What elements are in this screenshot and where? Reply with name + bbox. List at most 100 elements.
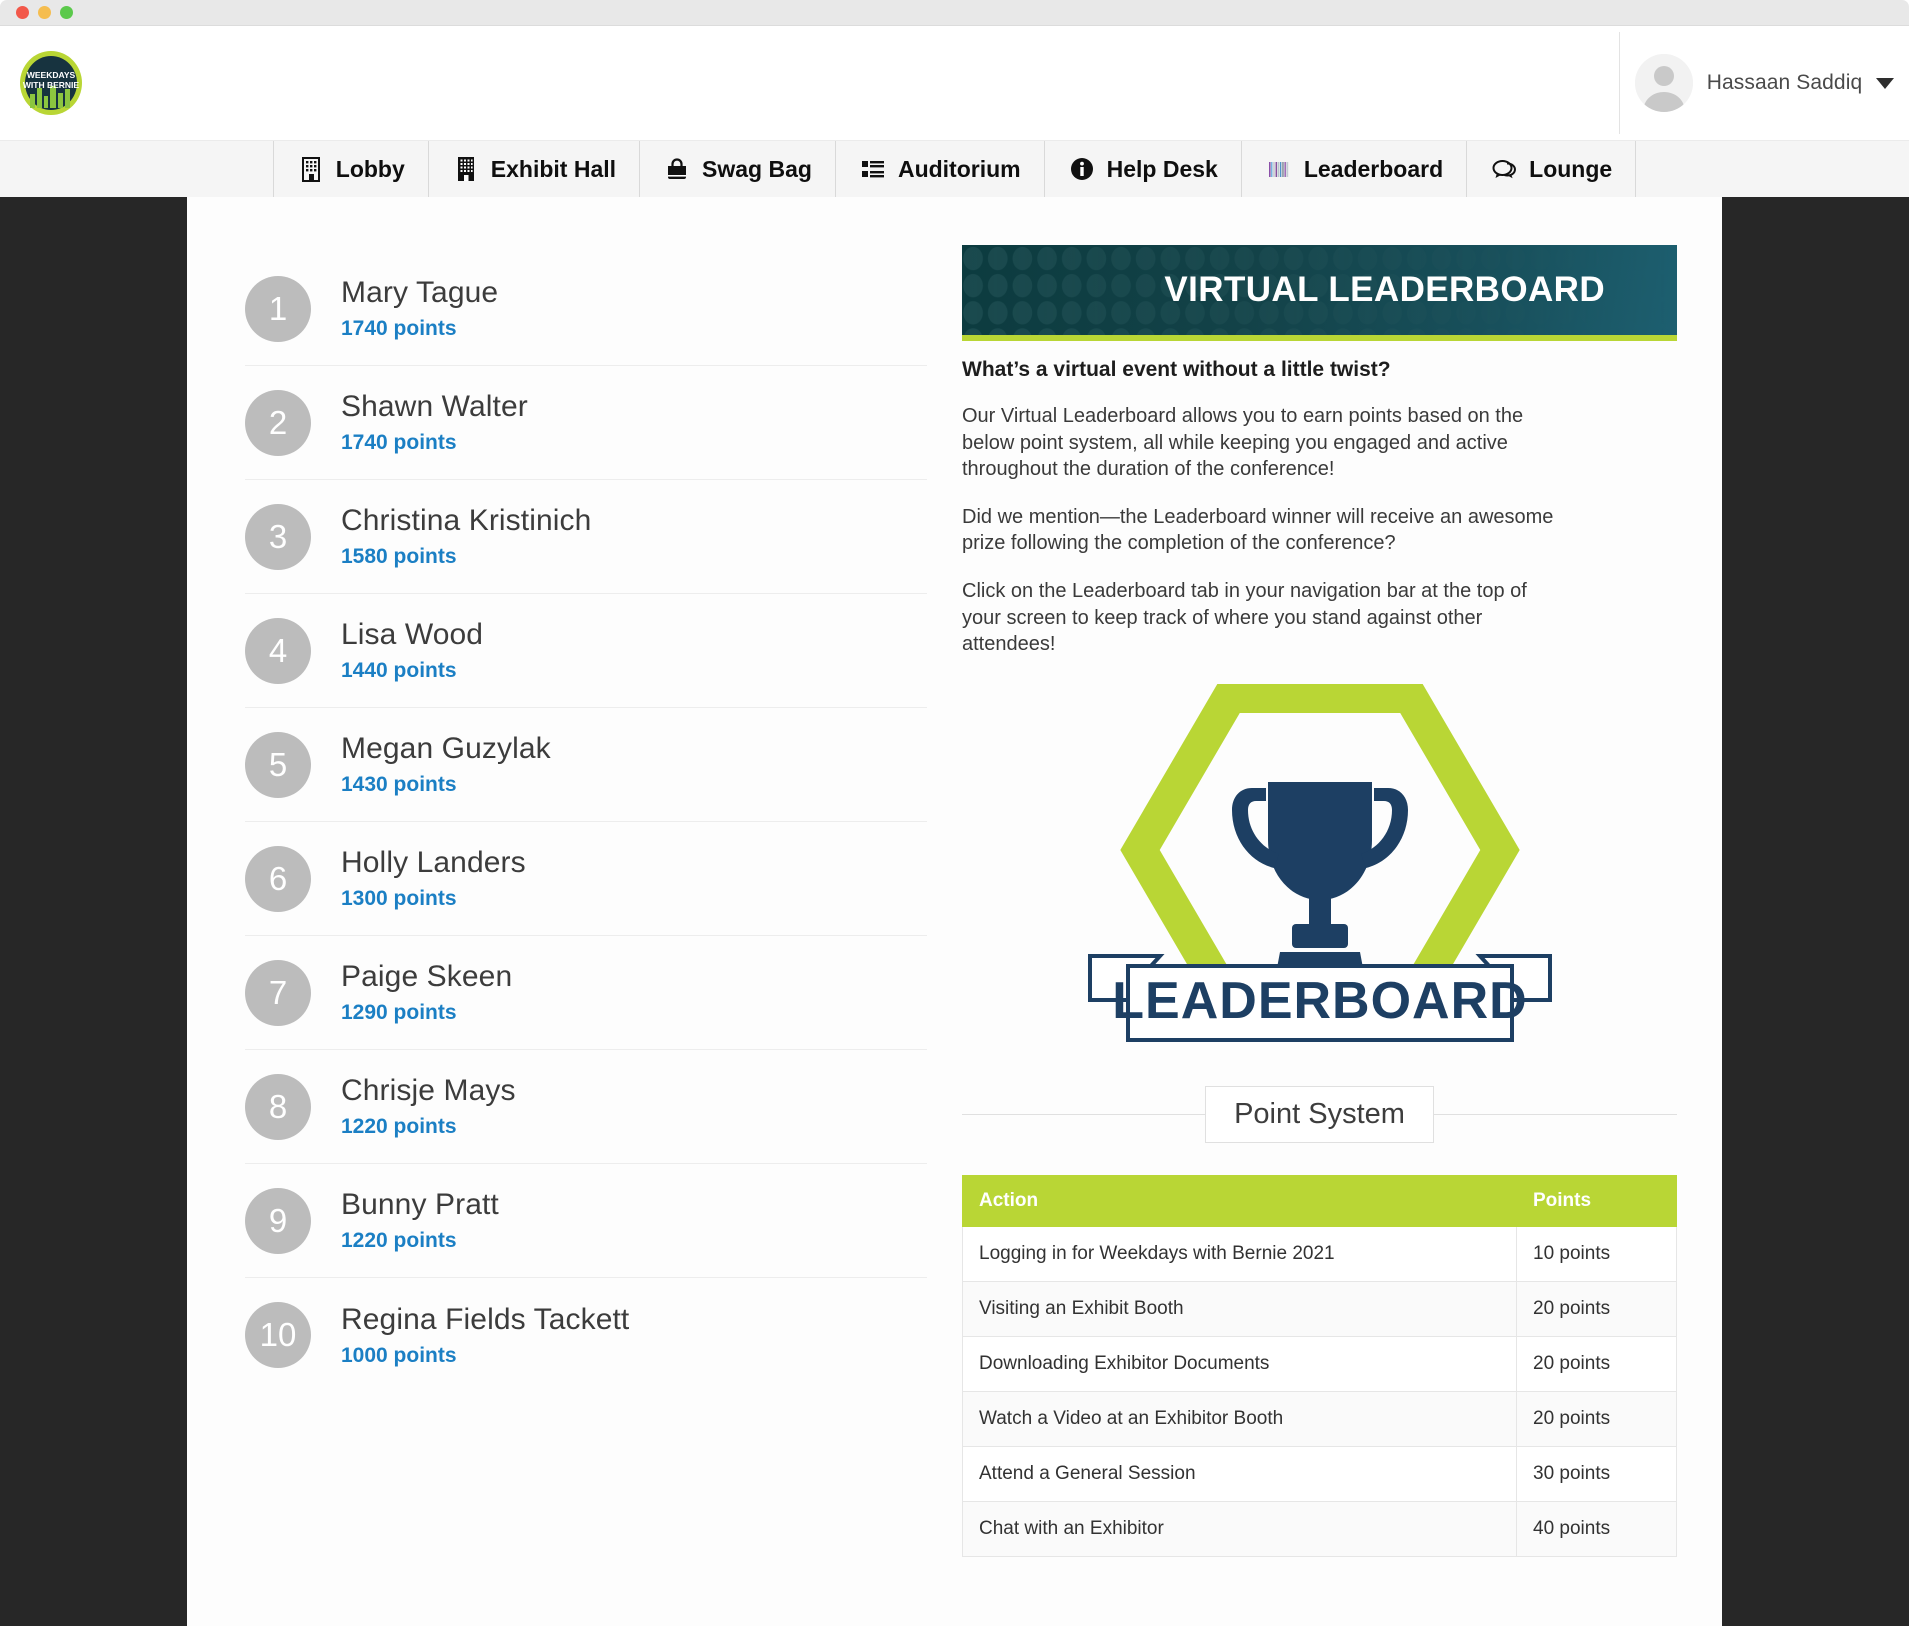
attendee-name: Mary Tague — [341, 276, 499, 309]
cell-points: 20 points — [1516, 1280, 1677, 1337]
rank-badge: 6 — [245, 845, 311, 912]
rank-badge: 2 — [245, 389, 311, 456]
leaderboard-list: 1 Mary Tague 1740 points 2 Shawn Walter … — [187, 197, 927, 1626]
table-row: Visiting an Exhibit Booth 20 points — [962, 1280, 1677, 1337]
rank-badge: 8 — [245, 1073, 311, 1140]
brand-logo[interactable]: WEEKDAYS WITH BERNIE — [18, 50, 84, 116]
cell-points: 20 points — [1516, 1335, 1677, 1392]
nav-label: Lobby — [335, 155, 405, 182]
minimize-window-button[interactable] — [38, 6, 51, 19]
nav-item-lounge[interactable]: Lounge — [1466, 141, 1637, 197]
point-system-section-header: Point System — [962, 1085, 1677, 1143]
user-name: Hassaan Saddiq — [1706, 71, 1863, 94]
chat-bubbles-icon — [1490, 155, 1518, 183]
nav-item-auditorium[interactable]: Auditorium — [834, 141, 1044, 197]
leaderboard-row[interactable]: 2 Shawn Walter 1740 points — [245, 366, 927, 480]
cell-action: Watch a Video at an Exhibitor Booth — [962, 1390, 1517, 1447]
column-header-points: Points — [1516, 1174, 1677, 1227]
nav-label: Help Desk — [1106, 155, 1218, 182]
content-sheet: 1 Mary Tague 1740 points 2 Shawn Walter … — [187, 197, 1722, 1626]
attendee-points: 1430 points — [341, 773, 457, 796]
svg-text:WEEKDAYS: WEEKDAYS — [27, 70, 76, 80]
nav-label: Lounge — [1529, 155, 1613, 182]
cell-action: Chat with an Exhibitor — [962, 1500, 1517, 1557]
rank-badge: 5 — [245, 731, 311, 798]
leaderboard-trophy-badge: LEADERBOARD — [962, 683, 1677, 1056]
attendee-name: Christina Kristinich — [341, 504, 592, 537]
leaderboard-row[interactable]: 4 Lisa Wood 1440 points — [245, 594, 927, 708]
attendee-points: 1580 points — [341, 545, 457, 568]
leaderboard-row[interactable]: 7 Paige Skeen 1290 points — [245, 936, 927, 1050]
nav-label: Leaderboard — [1303, 155, 1444, 182]
rank-badge: 1 — [245, 275, 311, 342]
banner-title: VIRTUAL LEADERBOARD — [1164, 270, 1605, 309]
cell-points: 40 points — [1516, 1500, 1677, 1557]
chevron-down-icon[interactable] — [1876, 77, 1895, 89]
section-title: Point System — [1205, 1085, 1434, 1143]
attendee-name: Lisa Wood — [341, 618, 484, 651]
table-row: Chat with an Exhibitor 40 points — [962, 1500, 1677, 1557]
zoom-window-button[interactable] — [60, 6, 73, 19]
attendee-name: Megan Guzylak — [341, 732, 551, 765]
leaderboard-row[interactable]: 3 Christina Kristinich 1580 points — [245, 480, 927, 594]
cell-action: Attend a General Session — [962, 1445, 1517, 1502]
close-window-button[interactable] — [16, 6, 29, 19]
info-paragraph-3: Click on the Leaderboard tab in your nav… — [962, 579, 1527, 656]
point-system-table: Action Points Logging in for Weekdays wi… — [962, 1174, 1677, 1557]
leaderboard-row[interactable]: 9 Bunny Pratt 1220 points — [245, 1164, 927, 1278]
attendee-name: Holly Landers — [341, 846, 526, 879]
nav-item-help-desk[interactable]: Help Desk — [1043, 141, 1241, 197]
attendee-name: Bunny Pratt — [341, 1188, 499, 1221]
cell-action: Visiting an Exhibit Booth — [962, 1280, 1517, 1337]
attendee-name: Shawn Walter — [341, 390, 528, 423]
attendee-points: 1220 points — [341, 1115, 457, 1138]
svg-text:WITH BERNIE: WITH BERNIE — [23, 80, 80, 90]
virtual-leaderboard-banner: VIRTUAL LEADERBOARD — [962, 245, 1677, 341]
table-row: Downloading Exhibitor Documents 20 point… — [962, 1335, 1677, 1392]
attendee-points: 1300 points — [341, 887, 457, 910]
table-header-row: Action Points — [962, 1174, 1677, 1227]
rank-badge: 3 — [245, 503, 311, 570]
attendee-points: 1740 points — [341, 317, 457, 340]
divider-left — [962, 1113, 1206, 1115]
svg-text:LEADERBOARD: LEADERBOARD — [1112, 972, 1527, 1030]
building-icon — [297, 155, 325, 183]
window-title-bar — [0, 0, 1909, 26]
column-header-action: Action — [962, 1174, 1517, 1227]
leaderboard-row[interactable]: 8 Chrisje Mays 1220 points — [245, 1050, 927, 1164]
site-header: WEEKDAYS WITH BERNIE Hassaan Saddiq — [0, 26, 1909, 140]
rank-badge: 9 — [245, 1187, 311, 1254]
table-row: Watch a Video at an Exhibitor Booth 20 p… — [962, 1390, 1677, 1447]
table-row: Logging in for Weekdays with Bernie 2021… — [962, 1225, 1677, 1282]
nav-label: Swag Bag — [702, 155, 812, 182]
info-paragraph-2: Did we mention—the Leaderboard winner wi… — [962, 505, 1554, 555]
page-backdrop: 1 Mary Tague 1740 points 2 Shawn Walter … — [0, 197, 1909, 1626]
rank-badge: 7 — [245, 959, 311, 1026]
shopping-bag-icon — [663, 155, 691, 183]
nav-item-exhibit-hall[interactable]: Exhibit Hall — [427, 141, 639, 197]
leaderboard-row[interactable]: 10 Regina Fields Tackett 1000 points — [245, 1278, 927, 1392]
avatar — [1634, 54, 1693, 112]
cell-action: Downloading Exhibitor Documents — [962, 1335, 1517, 1392]
list-grid-icon — [859, 155, 887, 183]
cell-points: 10 points — [1516, 1225, 1677, 1282]
table-row: Attend a General Session 30 points — [962, 1445, 1677, 1502]
nav-item-swag-bag[interactable]: Swag Bag — [639, 141, 835, 197]
leaderboard-row[interactable]: 1 Mary Tague 1740 points — [245, 252, 927, 366]
attendee-points: 1740 points — [341, 431, 457, 454]
leaderboard-row[interactable]: 6 Holly Landers 1300 points — [245, 822, 927, 936]
info-circle-icon — [1068, 155, 1096, 183]
cell-action: Logging in for Weekdays with Bernie 2021 — [962, 1225, 1517, 1282]
cell-points: 30 points — [1516, 1445, 1677, 1502]
attendee-name: Chrisje Mays — [341, 1074, 516, 1107]
office-building-icon — [452, 155, 480, 183]
attendee-points: 1220 points — [341, 1229, 457, 1252]
barcode-chart-icon — [1265, 155, 1293, 183]
user-menu[interactable]: Hassaan Saddiq — [1619, 32, 1909, 134]
leaderboard-row[interactable]: 5 Megan Guzylak 1430 points — [245, 708, 927, 822]
nav-item-leaderboard[interactable]: Leaderboard — [1240, 141, 1466, 197]
nav-label: Exhibit Hall — [490, 155, 617, 182]
info-paragraph-1: Our Virtual Leaderboard allows you to ea… — [962, 405, 1524, 481]
nav-item-lobby[interactable]: Lobby — [272, 141, 428, 197]
rank-badge: 10 — [245, 1302, 311, 1368]
